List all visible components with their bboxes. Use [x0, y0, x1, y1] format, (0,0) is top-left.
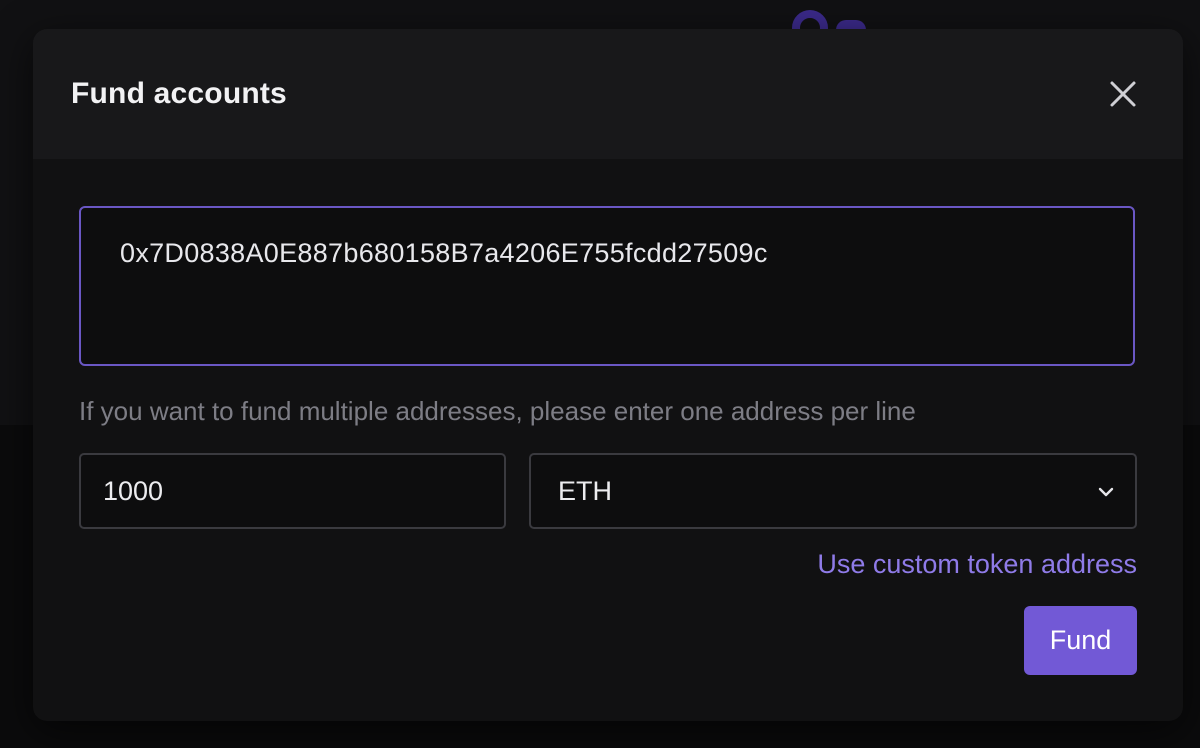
custom-token-address-link[interactable]: Use custom token address	[803, 549, 1137, 580]
fund-accounts-dialog: Fund accounts 0x7D0838A0E887b680158B7a42…	[33, 29, 1183, 721]
addresses-textarea[interactable]: 0x7D0838A0E887b680158B7a4206E755fcdd2750…	[79, 206, 1135, 366]
token-select[interactable]: ETH	[529, 453, 1137, 529]
token-selected-value: ETH	[558, 476, 612, 506]
dialog-title: Fund accounts	[71, 77, 287, 110]
amount-input[interactable]: 1000	[79, 453, 506, 529]
address-value: 0x7D0838A0E887b680158B7a4206E755fcdd2750…	[120, 238, 768, 268]
close-button[interactable]	[1103, 74, 1143, 114]
dialog-header: Fund accounts	[33, 29, 1183, 159]
fund-button[interactable]: Fund	[1024, 606, 1137, 675]
close-icon	[1110, 81, 1136, 107]
amount-value: 1000	[103, 476, 164, 506]
chevron-down-icon	[1098, 487, 1114, 497]
addresses-helper-text: If you want to fund multiple addresses, …	[79, 396, 916, 426]
